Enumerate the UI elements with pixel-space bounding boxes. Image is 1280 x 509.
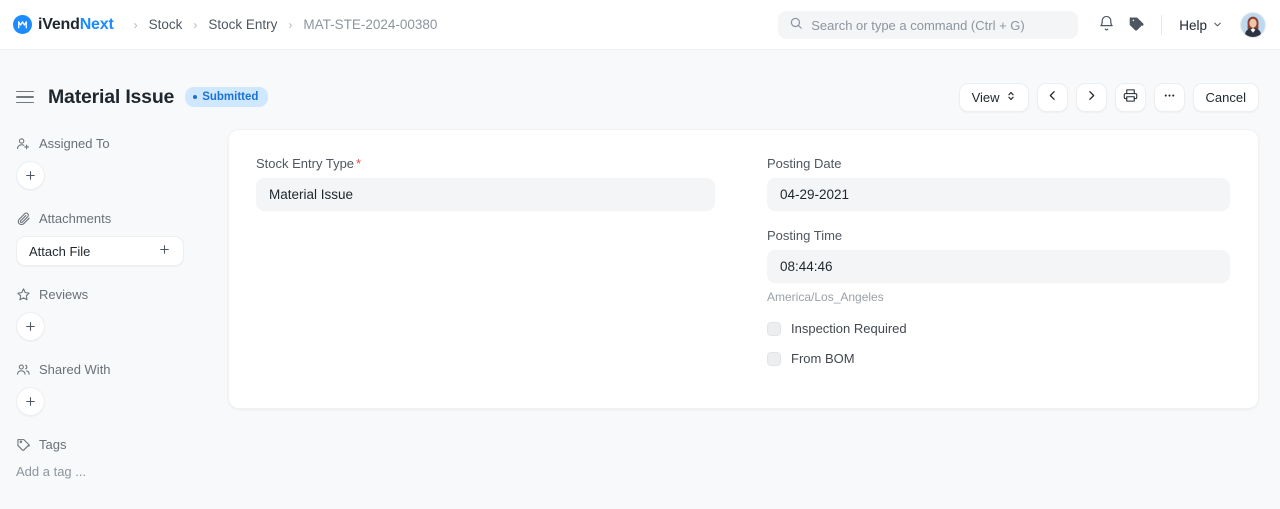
sidebar-label-tags: Tags [39, 437, 67, 452]
sidebar-section-tags: Tags Add a tag ... [16, 437, 228, 481]
tag-icon [16, 437, 31, 452]
star-icon [16, 287, 31, 302]
view-button-label: View [971, 89, 1000, 105]
tag-icon [1128, 15, 1145, 35]
breadcrumb-separator: › [288, 17, 293, 32]
hamburger-menu-icon[interactable] [16, 86, 38, 108]
field-posting-date: Posting Date [767, 156, 1230, 211]
posting-time-input[interactable] [767, 250, 1230, 283]
brand-name: iVendNext [38, 16, 114, 34]
sidebar-section-assigned-to: Assigned To [16, 136, 228, 190]
navbar-divider [1161, 15, 1163, 35]
sidebar-label-reviews: Reviews [39, 287, 89, 302]
add-tag-input[interactable]: Add a tag ... [16, 462, 228, 481]
breadcrumb-separator: › [193, 17, 198, 32]
sidebar-section-reviews: Reviews [16, 287, 228, 341]
breadcrumb-separator: › [133, 17, 138, 32]
timezone-hint: America/Los_Angeles [767, 290, 884, 304]
chevron-left-icon [1046, 89, 1059, 105]
status-badge-label: Submitted [202, 91, 259, 103]
notifications-button[interactable] [1092, 11, 1120, 39]
breadcrumb-item-stock[interactable]: Stock [144, 15, 188, 34]
sidebar-label-assigned-to: Assigned To [39, 136, 110, 151]
tags-button[interactable] [1122, 11, 1150, 39]
attach-file-button[interactable]: Attach File [16, 236, 184, 266]
assigned-to-header: Assigned To [16, 136, 228, 151]
search-input[interactable] [811, 17, 1068, 33]
page-header: Material Issue Submitted View Cancel [0, 74, 1280, 120]
form-column-left: Stock Entry Type * [256, 156, 743, 378]
sidebar-section-shared-with: Shared With [16, 362, 228, 416]
navbar-right-group: Help [778, 0, 1266, 50]
user-plus-icon [16, 136, 31, 151]
print-button[interactable] [1114, 82, 1146, 112]
next-document-button[interactable] [1075, 82, 1107, 112]
add-share-button[interactable] [16, 387, 45, 416]
more-options-button[interactable] [1153, 82, 1185, 112]
page-action-buttons: View Cancel [958, 82, 1259, 112]
breadcrumb-item-current: MAT-STE-2024-00380 [303, 17, 438, 32]
cancel-button[interactable]: Cancel [1192, 82, 1259, 112]
sidebar: Assigned To Attachments Attach File Revi… [0, 129, 228, 502]
ivend-logo-icon [13, 15, 32, 34]
stock-entry-type-input[interactable] [256, 178, 715, 211]
required-asterisk: * [356, 156, 362, 171]
inspection-required-checkbox[interactable] [767, 321, 781, 336]
page-title: Material Issue [48, 85, 175, 108]
selector-up-down-icon [1006, 90, 1016, 105]
previous-document-button[interactable] [1036, 82, 1068, 112]
from-bom-label[interactable]: From BOM [791, 351, 855, 366]
brand-name-part1: iVend [38, 15, 80, 33]
reviews-header: Reviews [16, 287, 228, 302]
help-menu-button[interactable]: Help [1173, 15, 1229, 36]
status-badge: Submitted [185, 87, 269, 107]
chevron-down-icon [1212, 18, 1223, 33]
paperclip-icon [16, 211, 31, 226]
search-box[interactable] [778, 11, 1079, 39]
brand-logo[interactable]: iVendNext [13, 15, 114, 34]
inspection-required-label[interactable]: Inspection Required [791, 321, 907, 336]
add-review-button[interactable] [16, 312, 45, 341]
plus-icon [158, 243, 171, 259]
printer-icon [1123, 88, 1138, 106]
from-bom-checkbox[interactable] [767, 351, 781, 366]
checkbox-row-inspection-required: Inspection Required [767, 321, 1230, 336]
field-posting-time: Posting Time America/Los_Angeles [767, 228, 1230, 304]
sidebar-label-attachments: Attachments [39, 211, 112, 226]
page-body: Assigned To Attachments Attach File Revi… [0, 129, 1280, 502]
stock-entry-type-label-text: Stock Entry Type [256, 156, 355, 171]
checkbox-row-from-bom: From BOM [767, 351, 1230, 366]
form-card: Stock Entry Type* Posting Date Posting T… [228, 129, 1259, 409]
chevron-right-icon [1085, 89, 1098, 105]
attachments-header: Attachments [16, 211, 228, 226]
cancel-button-label: Cancel [1205, 89, 1246, 105]
field-stock-entry-type: Stock Entry Type * [256, 156, 715, 211]
top-navbar: iVendNext › Stock › Stock Entry › MAT-ST… [0, 0, 1280, 50]
tags-header: Tags [16, 437, 228, 452]
ellipsis-icon [1162, 88, 1177, 106]
shared-with-header: Shared With [16, 362, 228, 377]
bell-icon [1098, 15, 1115, 35]
help-label: Help [1179, 17, 1207, 33]
form-column-right: Posting Date Posting Time America/Los_An… [743, 156, 1230, 378]
breadcrumb-item-stock-entry[interactable]: Stock Entry [203, 15, 282, 34]
add-assignment-button[interactable] [16, 161, 45, 190]
attach-file-label: Attach File [29, 243, 91, 259]
brand-name-part2: Next [79, 15, 114, 33]
avatar[interactable] [1240, 12, 1266, 38]
posting-date-input[interactable] [767, 178, 1230, 211]
posting-time-label: Posting Time [767, 228, 843, 243]
breadcrumb: › Stock › Stock Entry › MAT-STE-2024-003… [130, 15, 443, 34]
sidebar-section-attachments: Attachments Attach File [16, 211, 228, 266]
status-dot-icon [193, 95, 198, 99]
users-icon [16, 362, 31, 377]
view-button[interactable]: View [958, 82, 1029, 112]
search-icon [789, 16, 803, 35]
stock-entry-type-label: Stock Entry Type * [256, 156, 715, 171]
posting-date-label: Posting Date [767, 156, 842, 171]
sidebar-label-shared-with: Shared With [39, 362, 111, 377]
